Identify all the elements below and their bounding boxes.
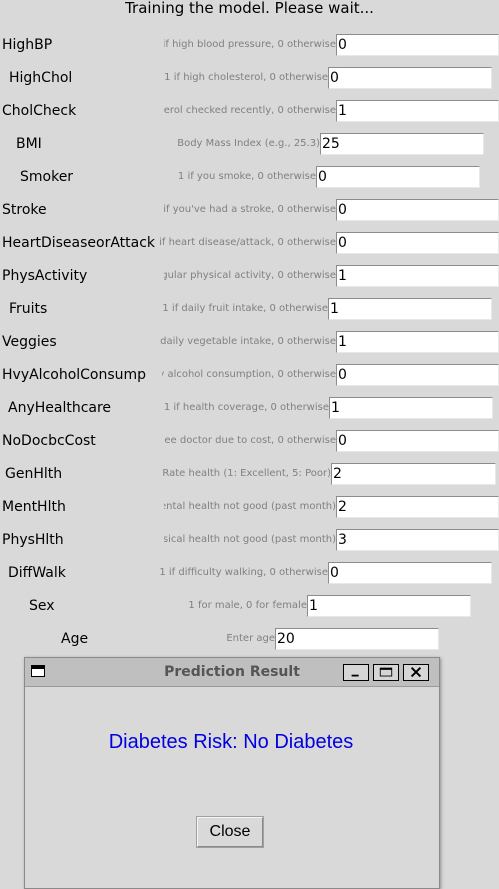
physhlth-input[interactable]: [336, 529, 499, 551]
field-label: DiffWalk: [8, 565, 66, 581]
maximize-button[interactable]: [373, 664, 399, 681]
field-label: HighBP: [2, 37, 53, 53]
field-row-fruits: Fruits 1 if daily fruit intake, 0 otherw…: [0, 297, 499, 321]
field-label: Smoker: [20, 169, 74, 185]
field-row-highchol: HighChol 1 if high cholesterol, 0 otherw…: [0, 66, 499, 90]
close-window-button[interactable]: [403, 664, 429, 681]
minimize-button[interactable]: [343, 664, 369, 681]
cholcheck-input[interactable]: [336, 100, 499, 122]
field-hint: 1 if regular physical activity, 0 otherw…: [164, 270, 336, 281]
status-message: Training the model. Please wait...: [125, 0, 374, 17]
bmi-input[interactable]: [320, 133, 484, 155]
field-row-bmi: BMI Body Mass Index (e.g., 25.3): [0, 132, 499, 156]
prediction-message: Diabetes Risk: No Diabetes: [108, 731, 354, 753]
highbp-input[interactable]: [336, 34, 499, 56]
field-row-cholcheck: CholCheck 1 if cholesterol checked recen…: [0, 99, 499, 123]
smoker-input[interactable]: [316, 166, 480, 188]
field-hint: 1 if health coverage, 0 otherwise: [163, 402, 329, 413]
age-input[interactable]: [275, 628, 439, 650]
field-label: Sex: [29, 598, 55, 614]
field-hint: 1 if heavy alcohol consumption, 0 otherw…: [162, 369, 336, 380]
field-row-hvyalcoholconsump: HvyAlcoholConsump 1 if heavy alcohol con…: [0, 363, 499, 387]
heartdiseaseorattack-input[interactable]: [336, 232, 499, 254]
field-row-diffwalk: DiffWalk 1 if difficulty walking, 0 othe…: [0, 561, 499, 585]
veggies-input[interactable]: [336, 331, 499, 353]
field-label: Fruits: [9, 301, 48, 317]
field-row-stroke: Stroke 1 if you've had a stroke, 0 other…: [0, 198, 499, 222]
genhlth-input[interactable]: [331, 463, 496, 485]
field-label: HeartDiseaseorAttack: [2, 235, 156, 251]
field-label: GenHlth: [5, 466, 63, 482]
field-hint: 1 if daily vegetable intake, 0 otherwise: [160, 336, 336, 347]
field-label: Age: [61, 631, 89, 647]
field-hint: Days mental health not good (past month): [164, 501, 336, 512]
field-row-highbp: HighBP 1 if high blood pressure, 0 other…: [0, 33, 499, 57]
close-icon: [410, 666, 422, 678]
field-label: HighChol: [9, 70, 73, 86]
field-hint: 1 for male, 0 for female: [188, 600, 307, 611]
field-row-menthlth: MentHlth Days mental health not good (pa…: [0, 495, 499, 519]
field-label: NoDocbcCost: [2, 433, 96, 449]
hvyalcoholconsump-input[interactable]: [336, 364, 499, 386]
field-hint: 1 if couldn't see doctor due to cost, 0 …: [164, 435, 336, 446]
sex-input[interactable]: [307, 595, 471, 617]
minimize-icon: [351, 674, 359, 677]
field-hint: Enter age: [226, 633, 275, 644]
highchol-input[interactable]: [328, 67, 492, 89]
diffwalk-input[interactable]: [328, 562, 492, 584]
menthlth-input[interactable]: [336, 496, 499, 518]
field-hint: 1 if you smoke, 0 otherwise: [177, 171, 316, 182]
dialog-content: Diabetes Risk: No Diabetes Close: [31, 687, 431, 887]
field-hint: Days physical health not good (past mont…: [164, 534, 336, 545]
field-label: PhysActivity: [2, 268, 88, 284]
field-label: Stroke: [2, 202, 47, 218]
field-row-age: Age Enter age: [0, 627, 499, 651]
stroke-input[interactable]: [336, 199, 499, 221]
field-hint: 1 if heart disease/attack, 0 otherwise: [160, 237, 336, 248]
field-row-smoker: Smoker 1 if you smoke, 0 otherwise: [0, 165, 499, 189]
field-hint: 1 if difficulty walking, 0 otherwise: [160, 567, 328, 578]
field-hint: 1 if cholesterol checked recently, 0 oth…: [164, 105, 336, 116]
prediction-result-dialog: Prediction Result Diabetes Risk: No Diab…: [24, 657, 440, 889]
fruits-input[interactable]: [328, 298, 492, 320]
field-hint: 1 if high cholesterol, 0 otherwise: [164, 72, 328, 83]
field-row-nodocbccost: NoDocbcCost 1 if couldn't see doctor due…: [0, 429, 499, 453]
close-button[interactable]: Close: [197, 817, 263, 847]
field-row-veggies: Veggies 1 if daily vegetable intake, 0 o…: [0, 330, 499, 354]
field-row-genhlth: GenHlth Rate health (1: Excellent, 5: Po…: [0, 462, 499, 486]
field-label: BMI: [16, 136, 42, 152]
field-row-sex: Sex 1 for male, 0 for female: [0, 594, 499, 618]
field-label: Veggies: [2, 334, 57, 350]
field-row-physhlth: PhysHlth Days physical health not good (…: [0, 528, 499, 552]
field-hint: 1 if you've had a stroke, 0 otherwise: [160, 204, 336, 215]
field-hint: Body Mass Index (e.g., 25.3): [177, 138, 320, 149]
anyhealthcare-input[interactable]: [329, 397, 493, 419]
field-hint: 1 if daily fruit intake, 0 otherwise: [162, 303, 328, 314]
field-label: CholCheck: [2, 103, 77, 119]
field-label: HvyAlcoholConsump: [2, 367, 147, 383]
physactivity-input[interactable]: [336, 265, 499, 287]
field-hint: 1 if high blood pressure, 0 otherwise: [164, 39, 336, 50]
maximize-icon: [379, 667, 393, 677]
field-row-heartdiseaseorattack: HeartDiseaseorAttack 1 if heart disease/…: [0, 231, 499, 255]
field-label: AnyHealthcare: [8, 400, 112, 416]
field-label: PhysHlth: [2, 532, 64, 548]
field-row-anyhealthcare: AnyHealthcare 1 if health coverage, 0 ot…: [0, 396, 499, 420]
field-hint: Rate health (1: Excellent, 5: Poor): [162, 468, 331, 479]
field-label: MentHlth: [2, 499, 66, 515]
nodocbccost-input[interactable]: [336, 430, 499, 452]
field-row-physactivity: PhysActivity 1 if regular physical activ…: [0, 264, 499, 288]
dialog-titlebar[interactable]: Prediction Result: [25, 658, 439, 687]
